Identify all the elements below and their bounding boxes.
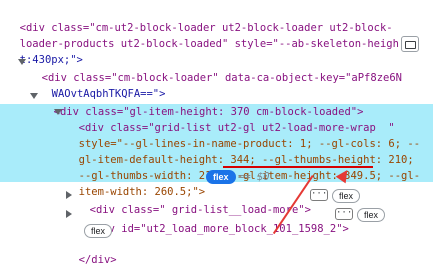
dom-line-9[interactable]: gl-item-default-height: 344; --gl-thumbs… [66,136,414,166]
expand-caret-icon[interactable] [18,59,26,65]
dom-line-11[interactable]: item-width: 260.5;"> [66,168,205,198]
collapse-caret-icon[interactable] [66,191,72,199]
dom-line-6[interactable]: <div class="gl-item-height: 370 cm-block… [41,88,364,118]
dom-line-8[interactable]: style="--gl-lines-in-name-product: 1; --… [66,120,420,150]
dom-line-14[interactable]: </div> [66,236,117,266]
dom-line-4[interactable]: <div class="cm-block-loader" data-ca-obj… [29,54,402,84]
ellipsis-button[interactable]: ··· [310,189,328,201]
dollar-zero-label: == $0 [238,171,270,183]
red-underline [223,166,373,168]
dom-line-13[interactable]: <div id="ut2_load_more_block_101_1598_2"… [77,205,349,235]
expand-caret-icon[interactable] [54,109,62,115]
dom-line-2[interactable]: loader-products ut2-block-loaded" style=… [7,20,399,50]
copy-icon[interactable] [401,36,419,52]
expand-caret-icon[interactable] [30,93,38,99]
dom-line-12[interactable]: <div class=" grid-list__load-more"> [77,186,311,216]
flex-badge[interactable]: flex [206,170,236,184]
dom-line-3[interactable]: t:430px;"> [7,36,83,66]
dom-line-1[interactable]: <div class="cm-ut2-block-loader ut2-bloc… [7,4,393,34]
dom-line-7[interactable]: <div class="grid-list ut2-gl ut2-load-mo… [66,104,395,134]
collapse-caret-icon[interactable] [66,210,72,218]
ellipsis-button[interactable]: ··· [335,208,353,220]
dom-line-5[interactable]: WAOvtAqbhTKQFA=="> [39,70,166,100]
flex-badge[interactable]: flex [357,208,386,222]
flex-badge[interactable]: flex [332,189,361,203]
